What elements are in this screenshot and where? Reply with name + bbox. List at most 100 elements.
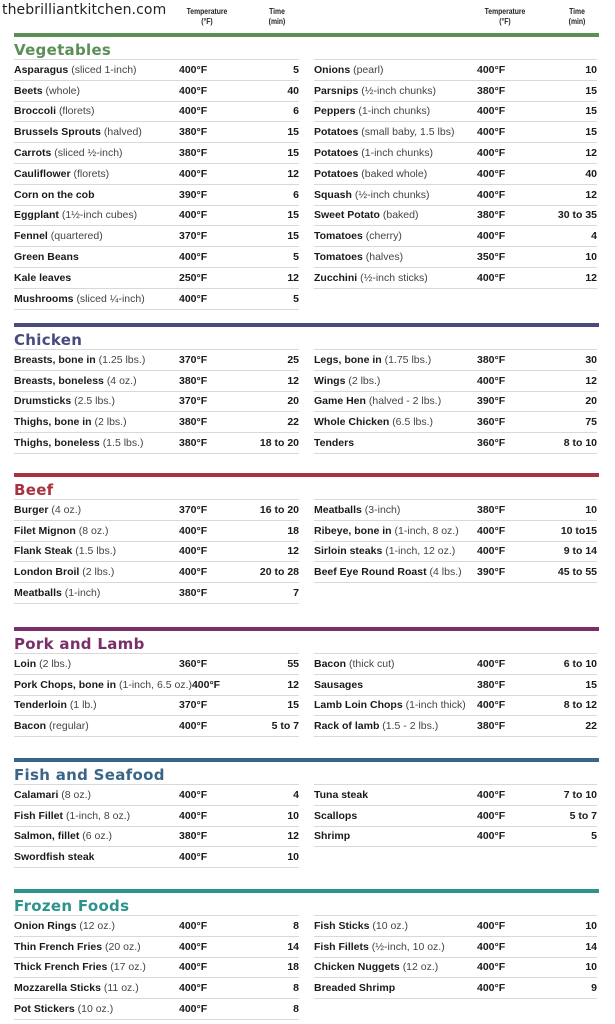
column-left: Breasts, bone in (1.25 lbs.) 370°F 25 Breas… bbox=[14, 349, 299, 454]
food-name: Filet Mignon bbox=[14, 524, 76, 537]
food-name: Ribeye, bone in bbox=[314, 524, 392, 537]
temperature-value: 400°F bbox=[179, 84, 208, 97]
food-detail: (regular) bbox=[49, 720, 89, 733]
temperature-value: 360°F bbox=[477, 437, 506, 450]
food-item: Meatballs (1-inch) bbox=[14, 587, 179, 599]
table-row: Wings (2 lbs.) 400°F 12 bbox=[314, 369, 597, 391]
table-row: Thick French Fries (17 oz.) 400°F 18 bbox=[14, 956, 299, 978]
food-item: Game Hen (halved - 2 lbs.) bbox=[314, 395, 477, 407]
temperature-value: 350°F bbox=[477, 251, 506, 264]
time-value: 10 bbox=[287, 809, 299, 822]
time-value: 10 bbox=[287, 851, 299, 864]
column-right: Legs, bone in (1.75 lbs.) 380°F 30 Wings (2… bbox=[314, 349, 597, 454]
temperature-value: 400°F bbox=[477, 126, 506, 139]
table-row: Meatballs (1-inch) 380°F 7 bbox=[14, 582, 299, 604]
food-detail: (12 oz.) bbox=[402, 961, 439, 974]
food-detail: (1-inch, 6.5 oz.) bbox=[119, 678, 192, 691]
food-item: Thin French Fries (20 oz.) bbox=[14, 941, 179, 953]
food-detail: (2 lbs.) bbox=[39, 657, 72, 670]
food-item: Pot Stickers (10 oz.) bbox=[14, 1003, 179, 1015]
food-name: Broccoli bbox=[14, 105, 57, 118]
time-value: 6 bbox=[293, 105, 299, 118]
table-row: Sweet Potato (baked) 380°F 30 to 35 bbox=[314, 204, 597, 226]
time-header-right: Time (min) bbox=[558, 7, 595, 27]
food-name: Legs, bone in bbox=[314, 353, 382, 366]
time-value: 18 bbox=[287, 961, 299, 974]
food-name: Mozzarella Sticks bbox=[14, 982, 101, 995]
temperature-value: 380°F bbox=[477, 209, 506, 222]
table-row: Breasts, bone in (1.25 lbs.) 370°F 25 bbox=[14, 349, 299, 370]
time-value: 10 bbox=[585, 961, 597, 974]
time-value: 10 bbox=[585, 503, 597, 516]
temperature-value: 360°F bbox=[179, 657, 208, 670]
table-row: Rack of lamb (1.5 - 2 lbs.) 380°F 22 bbox=[314, 715, 597, 738]
table-row: Brussels Sprouts (halved) 380°F 15 bbox=[14, 121, 299, 142]
time-value: 8 bbox=[293, 919, 299, 932]
food-item: Green Beans bbox=[14, 251, 179, 263]
food-detail: (small baby, 1.5 lbs) bbox=[361, 126, 455, 139]
food-name: Scallops bbox=[314, 809, 358, 822]
food-name: Sirloin steaks bbox=[314, 545, 383, 558]
food-detail: (4 oz.) bbox=[106, 374, 137, 387]
food-item: Bacon (thick cut) bbox=[314, 658, 477, 670]
food-detail: (sliced 1-inch) bbox=[71, 63, 137, 76]
time-value: 5 bbox=[591, 830, 597, 843]
time-value: 9 bbox=[591, 982, 597, 995]
temperature-value: 380°F bbox=[477, 84, 506, 97]
time-value: 15 bbox=[287, 209, 299, 222]
food-name: Sausages bbox=[314, 678, 364, 691]
table-row: Salmon, fillet (6 oz.) 380°F 12 bbox=[14, 825, 299, 847]
food-item: Fish Fillet (1-inch, 8 oz.) bbox=[14, 810, 179, 822]
food-item: Squash (½-inch chunks) bbox=[314, 189, 477, 201]
section-vegetables: Vegetables Asparagus (sliced 1-inch) 400°F… bbox=[14, 33, 599, 310]
section-title: Beef bbox=[14, 481, 54, 499]
food-name: Onion Rings bbox=[14, 919, 77, 932]
temperature-unit-label: (°F) bbox=[201, 17, 213, 26]
food-detail: (halves) bbox=[365, 251, 404, 264]
table-row: Drumsticks (2.5 lbs.) 370°F 20 bbox=[14, 390, 299, 412]
section-title: Pork and Lamb bbox=[14, 635, 145, 653]
time-header-label: Time bbox=[269, 7, 285, 16]
table-row: Calamari (8 oz.) 400°F 4 bbox=[14, 784, 299, 805]
table-row: Broccoli (florets) 400°F 6 bbox=[14, 100, 299, 122]
column-right: Bacon (thick cut) 400°F 6 to 10 Sausages 38… bbox=[314, 653, 597, 738]
table-row: Tomatoes (cherry) 400°F 4 bbox=[314, 225, 597, 246]
table-row: Scallops 400°F 5 to 7 bbox=[314, 804, 597, 826]
time-value: 30 to 35 bbox=[557, 209, 597, 222]
food-name: Tomatoes bbox=[314, 230, 363, 243]
temperature-header-right: Temperature (°F) bbox=[475, 7, 535, 27]
table-row: Mozzarella Sticks (11 oz.) 400°F 8 bbox=[14, 977, 299, 998]
temperature-value: 370°F bbox=[179, 699, 208, 712]
time-value: 8 to 12 bbox=[563, 699, 597, 712]
temperature-value: 400°F bbox=[179, 788, 208, 801]
food-name: Potatoes bbox=[314, 126, 359, 139]
food-item: Beets (whole) bbox=[14, 85, 179, 97]
table-row: Fish Fillet (1-inch, 8 oz.) 400°F 10 bbox=[14, 804, 299, 826]
section-frozen-foods: Frozen Foods Onion Rings (12 oz.) 400°F 8 Th… bbox=[14, 889, 599, 1020]
food-name: Pot Stickers bbox=[14, 1003, 75, 1016]
temperature-value: 400°F bbox=[477, 230, 506, 243]
temperature-value: 400°F bbox=[179, 809, 208, 822]
time-value: 12 bbox=[585, 374, 597, 387]
table-row: Potatoes (baked whole) 400°F 40 bbox=[314, 162, 597, 184]
time-value: 12 bbox=[287, 271, 299, 284]
time-value: 45 to 55 bbox=[557, 566, 597, 579]
food-item: Breaded Shrimp bbox=[314, 982, 477, 994]
food-item: Tenders bbox=[314, 437, 477, 449]
food-detail: (halved) bbox=[103, 126, 142, 139]
time-value: 30 bbox=[585, 353, 597, 366]
food-item: Onions (pearl) bbox=[314, 64, 477, 76]
temperature-value: 400°F bbox=[477, 188, 506, 201]
temperature-value: 370°F bbox=[179, 353, 208, 366]
table-row: Shrimp 400°F 5 bbox=[314, 825, 597, 848]
table-row: Onion Rings (12 oz.) 400°F 8 bbox=[14, 915, 299, 936]
time-value: 12 bbox=[287, 167, 299, 180]
table-row: Potatoes (small baby, 1.5 lbs) 400°F 15 bbox=[314, 121, 597, 142]
time-value: 15 bbox=[585, 105, 597, 118]
food-item: Tomatoes (cherry) bbox=[314, 230, 477, 242]
temperature-value: 250°F bbox=[179, 271, 208, 284]
food-detail: (1.5 lbs.) bbox=[102, 437, 144, 450]
column-left: Calamari (8 oz.) 400°F 4 Fish Fillet (1-inc… bbox=[14, 784, 299, 869]
food-item: Mozzarella Sticks (11 oz.) bbox=[14, 982, 179, 994]
time-value: 18 to 20 bbox=[259, 437, 299, 450]
